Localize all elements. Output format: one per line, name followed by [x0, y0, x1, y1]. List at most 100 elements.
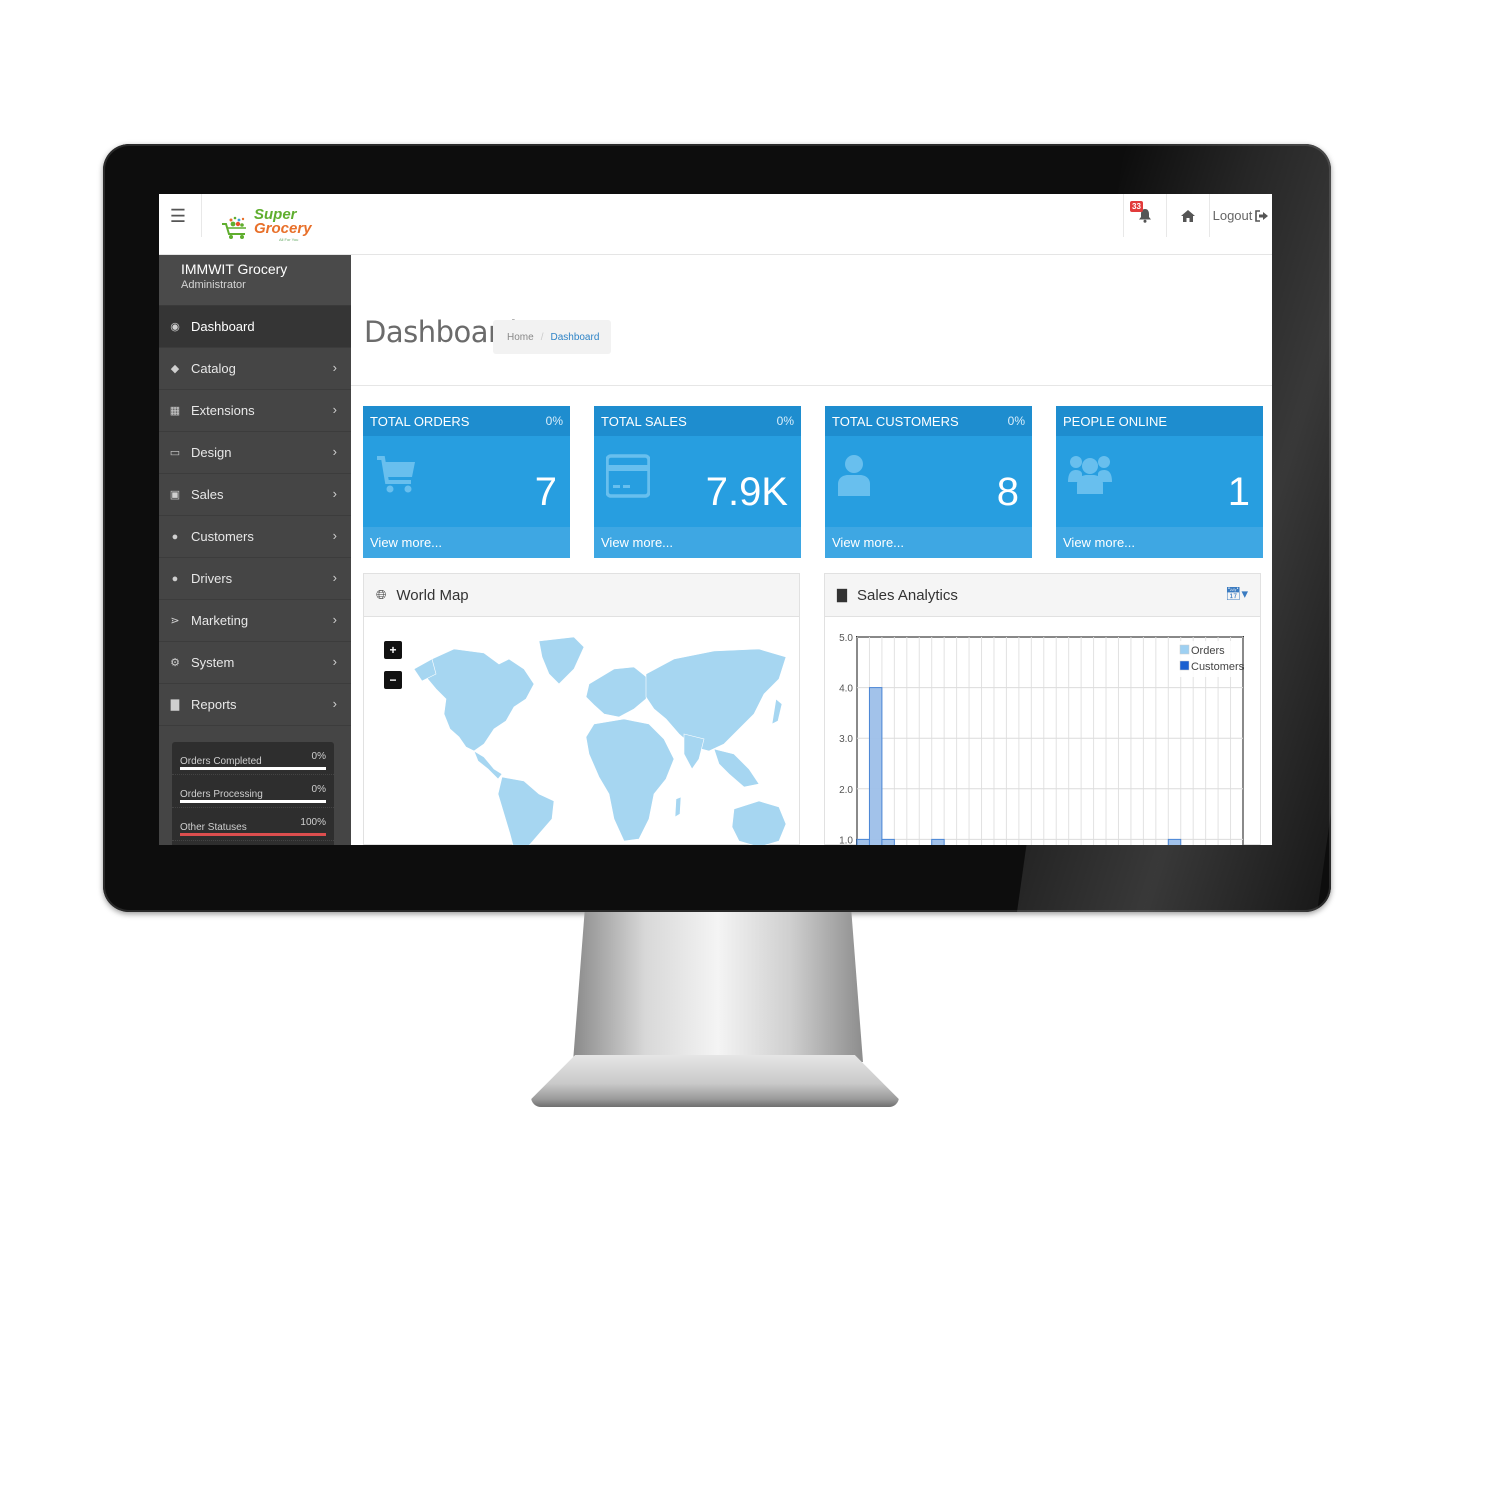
- top-navbar: ☰ Super Grocery All For You 33 Logout: [159, 194, 1272, 255]
- order-status-summary: Orders Completed 0% Orders Processing 0% O…: [172, 742, 334, 845]
- chevron-right-icon: ›: [332, 654, 337, 669]
- sidebar-item-system[interactable]: ⚙ System ›: [159, 642, 351, 684]
- map-region-europe: [585, 666, 650, 718]
- view-more-link[interactable]: View more...: [1056, 527, 1263, 558]
- home-button[interactable]: [1166, 194, 1209, 237]
- brand-logo[interactable]: Super Grocery All For You: [221, 206, 312, 242]
- tile-total-customers: TOTAL CUSTOMERS 0% 8 View more...: [825, 406, 1032, 558]
- status-row: Other Statuses 100%: [172, 808, 334, 841]
- status-percent: 0%: [311, 751, 326, 762]
- panel-title: Sales Analytics: [857, 586, 958, 604]
- sign-out-icon: [1255, 209, 1269, 222]
- status-label: Orders Completed: [180, 756, 262, 767]
- sidebar-item-sales[interactable]: ▣ Sales ›: [159, 474, 351, 516]
- notification-count-badge: 33: [1130, 201, 1143, 212]
- chart-bar-orders: [881, 838, 895, 845]
- sidebar-item-label: System: [191, 655, 235, 670]
- map-region-madagascar: [674, 796, 682, 818]
- gear-icon: ⚙: [170, 657, 180, 669]
- world-map[interactable]: [414, 629, 804, 845]
- tile-percent: 0%: [776, 414, 794, 428]
- breadcrumb-separator: /: [540, 331, 544, 343]
- sidebar-item-design[interactable]: ▭ Design ›: [159, 432, 351, 474]
- caret-down-icon: ▾: [1241, 586, 1248, 601]
- status-progress-bar: [180, 767, 326, 770]
- sidebar-item-marketing[interactable]: ⋗ Marketing ›: [159, 600, 351, 642]
- chevron-right-icon: ›: [332, 360, 337, 375]
- chart-bar-orders: [1167, 838, 1182, 845]
- tile-total-orders: TOTAL ORDERS 0% 7 View more...: [363, 406, 570, 558]
- y-tick-label: 2.0: [839, 785, 853, 796]
- cart-icon: ▣: [169, 489, 181, 501]
- status-percent: 100%: [300, 817, 326, 828]
- puzzle-icon: ▦: [169, 405, 181, 417]
- monitor-stand: [573, 912, 863, 1062]
- date-range-dropdown[interactable]: 📅︎▾: [1225, 586, 1248, 602]
- main-content: Dashboard Home / Dashboard TOTAL ORDERS 0…: [351, 255, 1272, 845]
- tile-total-sales: TOTAL SALES 0% 7.9K View more...: [594, 406, 801, 558]
- tile-value: 7.9K: [705, 470, 788, 514]
- user-icon: ●: [171, 572, 179, 585]
- panel-title: World Map: [396, 586, 469, 604]
- tags-icon: ◆: [170, 363, 180, 375]
- chevron-right-icon: ›: [332, 444, 337, 459]
- tile-title: TOTAL SALES: [601, 413, 687, 429]
- y-tick-label: 4.0: [839, 684, 853, 695]
- breadcrumb: Home / Dashboard: [493, 320, 612, 354]
- notifications-button[interactable]: 33: [1123, 194, 1166, 237]
- view-more-link[interactable]: View more...: [594, 527, 801, 558]
- status-row: Orders Completed 0%: [172, 742, 334, 775]
- chevron-right-icon: ›: [332, 612, 337, 627]
- tile-percent: 0%: [545, 414, 563, 428]
- globe-icon: 🌐︎: [376, 587, 387, 602]
- status-progress-fill: [180, 833, 326, 836]
- y-tick-label: 1.0: [839, 835, 853, 845]
- monitor-base: [531, 1055, 899, 1107]
- sidebar-item-dashboard[interactable]: ◉ Dashboard: [159, 306, 351, 348]
- map-zoom-in-button[interactable]: +: [384, 641, 402, 659]
- breadcrumb-current-link[interactable]: Dashboard: [550, 332, 599, 343]
- bar-chart-icon: ▇: [837, 587, 847, 602]
- y-tick-label: 5.0: [839, 633, 853, 644]
- sidebar-item-drivers[interactable]: ● Drivers ›: [159, 558, 351, 600]
- chevron-right-icon: ›: [332, 570, 337, 585]
- sales-analytics-chart: 1.0 2.0 3.0 4.0 5.0 Orders Customers: [839, 633, 1245, 845]
- calendar-icon: 📅︎: [1224, 586, 1242, 601]
- sidebar-item-catalog[interactable]: ◆ Catalog ›: [159, 348, 351, 390]
- tile-title: TOTAL ORDERS: [370, 413, 470, 429]
- menu-collapse-icon[interactable]: ☰: [167, 206, 189, 226]
- sidebar-item-label: Customers: [191, 529, 254, 544]
- view-more-link[interactable]: View more...: [825, 527, 1032, 558]
- map-region-india: [683, 733, 705, 770]
- logout-button[interactable]: Logout: [1209, 194, 1272, 237]
- breadcrumb-home-link[interactable]: Home: [507, 332, 534, 343]
- legend-label: Customers: [1191, 661, 1245, 673]
- view-more-link[interactable]: View more...: [363, 527, 570, 558]
- map-region-southeast-asia: [713, 748, 760, 788]
- status-percent: 0%: [311, 784, 326, 795]
- map-region-africa: [585, 718, 675, 842]
- brand-name-line2: Grocery: [254, 220, 312, 237]
- tile-value: 1: [1227, 470, 1250, 514]
- legend-swatch-orders: [1179, 644, 1190, 655]
- status-label: Orders Processing: [180, 789, 263, 800]
- chart-bar-orders: [931, 838, 945, 845]
- tile-value: 8: [996, 470, 1019, 514]
- status-progress-bar: [180, 833, 326, 836]
- tile-percent: 0%: [1007, 414, 1025, 428]
- chart-bar-orders: [856, 838, 870, 845]
- users-icon: [1068, 456, 1112, 494]
- status-progress-bar: [180, 800, 326, 803]
- sidebar-item-label: Dashboard: [191, 319, 255, 334]
- sidebar-item-extensions[interactable]: ▦ Extensions ›: [159, 390, 351, 432]
- sidebar-item-reports[interactable]: ▇ Reports ›: [159, 684, 351, 726]
- user-name: IMMWIT Grocery: [181, 261, 288, 277]
- bar-chart-icon: ▇: [170, 699, 180, 711]
- world-map-panel: 🌐︎ World Map + −: [363, 573, 800, 845]
- logo-cart-icon: [222, 216, 246, 239]
- user-profile: IMMWIT Grocery Administrator: [159, 255, 351, 306]
- header-divider: [351, 385, 1272, 386]
- map-zoom-out-button[interactable]: −: [384, 671, 402, 689]
- sidebar-item-customers[interactable]: ● Customers ›: [159, 516, 351, 558]
- divider: [201, 194, 202, 237]
